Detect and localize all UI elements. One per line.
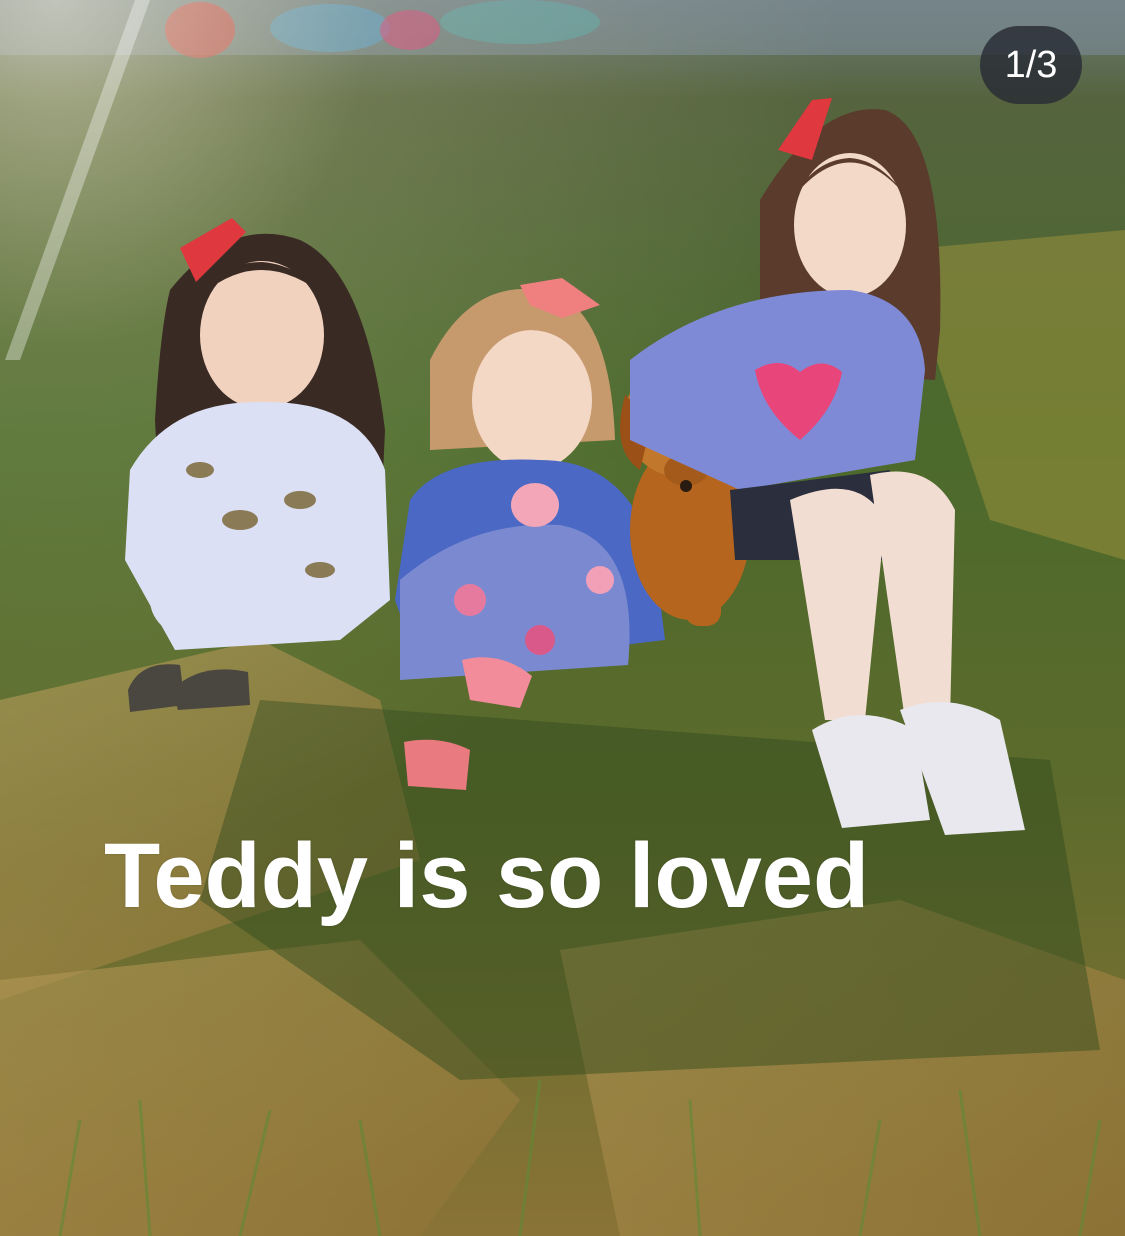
story-photo bbox=[0, 0, 1125, 1236]
story-caption: Teddy is so loved bbox=[104, 825, 870, 927]
story-page-counter: 1/3 bbox=[980, 26, 1082, 104]
story-viewer: 1/3 Teddy is so loved bbox=[0, 0, 1125, 1236]
